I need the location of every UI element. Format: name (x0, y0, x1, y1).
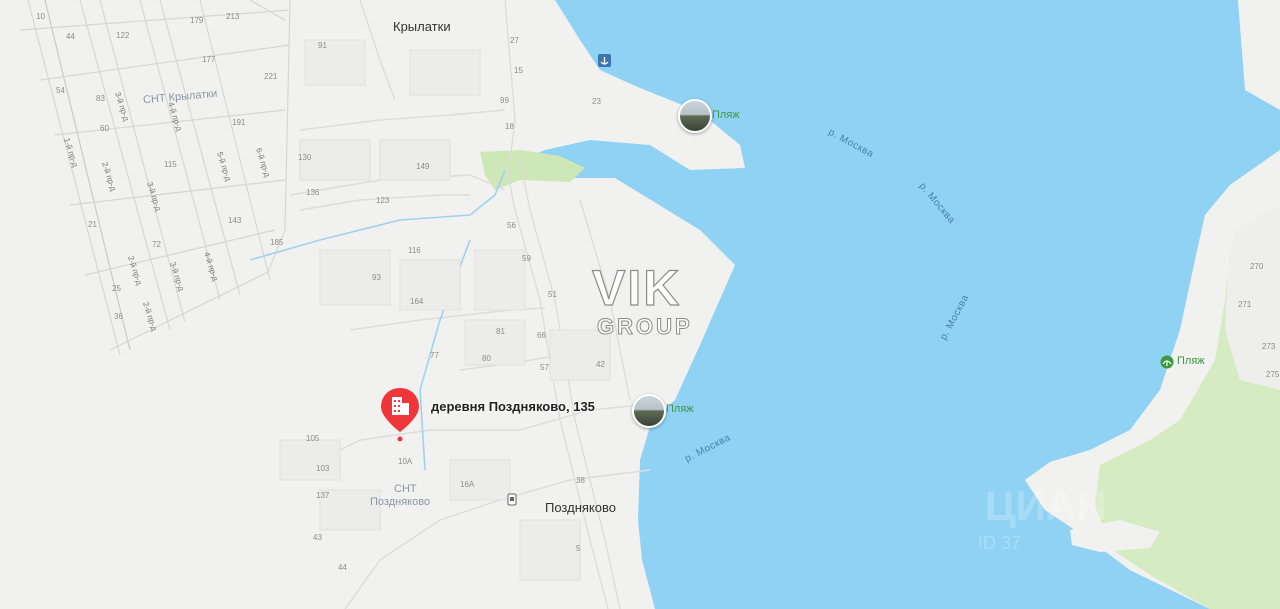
house-number: 44 (338, 563, 347, 572)
beach-label[interactable]: Пляж (712, 109, 740, 121)
house-number: 44 (66, 32, 75, 41)
house-number: 191 (232, 118, 246, 127)
house-number: 123 (376, 196, 390, 205)
house-number: 164 (410, 297, 424, 306)
house-number: 43 (313, 533, 322, 542)
place-label-snt-pozdnyakovo-2: Поздняково (370, 496, 431, 508)
house-number: 23 (592, 97, 601, 106)
house-number: 72 (152, 240, 161, 249)
house-number: 93 (372, 273, 381, 282)
house-number: 25 (112, 284, 121, 293)
house-number: 56 (507, 221, 516, 230)
house-number: 136 (306, 188, 320, 197)
house-number: 16А (460, 480, 475, 489)
house-number: 27 (510, 36, 519, 45)
house-number: 38 (576, 476, 585, 485)
house-number: 271 (1238, 300, 1252, 309)
map-canvas[interactable]: Крылатки Поздняково СНТ Крылатки СНТ Поз… (0, 0, 1280, 609)
house-number: 91 (318, 41, 327, 50)
house-number: 179 (190, 16, 204, 25)
house-number: 5 (576, 544, 581, 553)
house-number: 122 (116, 31, 130, 40)
house-number: 42 (596, 360, 605, 369)
house-number: 60 (100, 124, 109, 133)
house-number: 185 (270, 238, 284, 247)
house-number: 105 (306, 434, 320, 443)
house-number: 51 (548, 290, 557, 299)
watermark-logo-line1: VIK (591, 260, 682, 316)
house-number: 36 (114, 312, 123, 321)
house-number: 10 (36, 12, 45, 21)
house-number: 273 (1262, 342, 1276, 351)
house-number: 83 (96, 94, 105, 103)
house-number: 177 (202, 55, 216, 64)
house-number: 59 (522, 254, 531, 263)
house-number: 115 (164, 160, 177, 169)
cian-watermark: ЦИАН (985, 482, 1107, 529)
beach-label[interactable]: Пляж (1177, 355, 1205, 367)
house-number: 103 (316, 464, 330, 473)
place-label-krylatki: Крылатки (393, 19, 451, 34)
house-number: 99 (500, 96, 509, 105)
house-number: 80 (482, 354, 491, 363)
address-marker-pin[interactable] (379, 386, 421, 449)
house-number: 130 (298, 153, 312, 162)
cian-watermark-id: ID 37 (978, 533, 1022, 553)
address-marker-label[interactable]: деревня Поздняково, 135 (431, 399, 595, 414)
beach-photo-thumbnail[interactable] (632, 394, 666, 428)
place-label-pozdnyakovo: Поздняково (545, 500, 616, 515)
house-number: 57 (540, 363, 549, 372)
beach-photo-thumbnail[interactable] (678, 99, 712, 133)
house-number: 221 (264, 72, 278, 81)
house-number: 116 (408, 246, 421, 255)
house-number: 137 (316, 491, 330, 500)
house-number: 213 (226, 12, 240, 21)
house-number: 270 (1250, 262, 1264, 271)
house-number: 143 (228, 216, 242, 225)
house-number: 18 (505, 122, 514, 131)
place-label-snt-pozdnyakovo-1: СНТ (394, 483, 417, 495)
house-number: 10А (398, 457, 413, 466)
house-number: 149 (416, 162, 430, 171)
watermark-logo-line2: GROUP (597, 314, 693, 339)
house-number: 15 (514, 66, 523, 75)
house-number: 77 (430, 351, 439, 360)
house-number: 81 (496, 327, 505, 336)
house-number: 66 (537, 331, 546, 340)
house-number: 54 (56, 86, 65, 95)
anchor-icon (598, 54, 611, 67)
beach-icon[interactable] (1160, 355, 1174, 374)
bus-stop-icon (507, 493, 517, 506)
house-number: 21 (88, 220, 97, 229)
beach-label[interactable]: Пляж (666, 403, 694, 415)
house-number: 275 (1266, 370, 1280, 379)
